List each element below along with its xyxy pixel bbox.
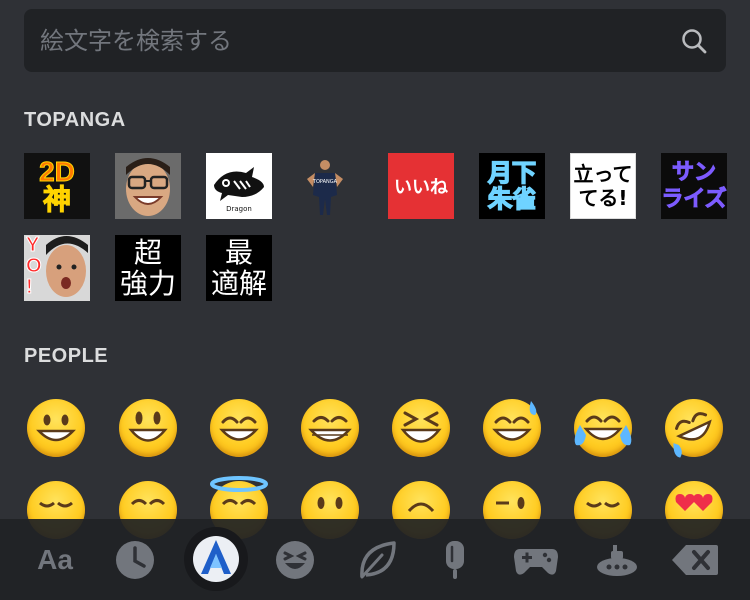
grinning-face-icon [36,414,76,442]
smile-face-icon [219,416,259,441]
emoji-laughing[interactable] [392,399,450,457]
emoji-sweat-smile[interactable] [483,399,541,457]
emoji-text: サン [671,160,716,186]
popsicle-icon [446,541,464,579]
emoji-player-figure[interactable]: TOPANGA [297,153,363,219]
emoji-text: ! [26,276,34,298]
emoji-saiteki-kai[interactable]: 最 適解 [206,235,272,301]
search-input[interactable] [24,9,664,72]
emoji-text: 月下 [487,159,537,187]
tab-food[interactable] [428,533,482,587]
emoji-grin[interactable] [301,399,359,457]
emoji-category-bar: Aa [0,519,750,600]
rofl-face-icon [673,412,712,458]
emoji-text: 超 [133,236,162,269]
emoji-yo-face[interactable]: Y O ! [24,235,90,301]
emoji-joy[interactable] [574,399,632,457]
leaf-icon [360,541,396,579]
search-icon[interactable] [680,27,708,55]
logo-text: Dragon [226,205,252,213]
jersey-text: TOPANGA [312,179,338,185]
grin-face-icon [308,416,352,442]
fish-logo-icon: Dragon [206,153,272,219]
emoji-sunrise[interactable]: サン ライズ [661,153,727,219]
sweat-smile-face-icon [492,401,537,441]
emoji-text: 最 [224,236,253,269]
emoji-text: 立って [573,162,633,186]
clock-icon [116,541,154,579]
tab-people[interactable] [268,533,322,587]
laughing-face-icon [400,411,442,443]
emoji-search-box[interactable] [24,9,726,72]
tab-activity[interactable] [509,533,563,587]
submarine-icon [597,545,637,576]
emoji-gekka-suzaku[interactable]: 月下 朱雀 [479,153,545,219]
emoji-text: O [26,255,43,277]
emoji-text: Y [26,235,40,256]
emoji-tattero[interactable]: 立って てる! [570,153,636,219]
backspace-icon [672,545,718,575]
section-header-people: PEOPLE [24,345,109,367]
tab-nature[interactable] [350,533,404,587]
emoji-smiling-man-glasses[interactable] [115,153,181,219]
emoji-text: いいね [394,177,448,198]
emoji-text: 神 [42,184,71,215]
emoji-chou-kyouryoku[interactable]: 超 強力 [115,235,181,301]
tab-backspace[interactable] [668,533,722,587]
smiley-icon [276,541,314,579]
player-figure-icon: TOPANGA [307,160,343,215]
tab-travel[interactable] [590,533,644,587]
joy-face-icon [574,415,632,446]
emoji-text: 2D [39,156,76,187]
emoji-text: 朱雀 [487,185,537,213]
emoji-smiley[interactable] [119,399,177,457]
text-tab-label: Aa [37,544,73,575]
tab-text[interactable]: Aa [28,533,82,587]
tab-recent[interactable] [108,533,162,587]
emoji-text: 適解 [210,267,267,300]
tab-server[interactable] [184,527,248,591]
emoji-iine[interactable]: いいね [388,153,454,219]
emoji-rofl[interactable] [655,389,733,467]
emoji-grinning[interactable] [27,399,85,457]
face-photo-icon [115,153,181,219]
gamepad-icon [514,549,558,575]
emoji-smile[interactable] [210,399,268,457]
emoji-text: 強力 [119,267,176,300]
emoji-text: てる! [578,186,628,210]
section-header-topanga: TOPANGA [24,109,126,131]
server-logo-icon [193,536,239,582]
emoji-fish-logo[interactable]: Dragon [206,153,272,219]
emoji-2d-shin[interactable]: 2D 神 [24,153,90,219]
smiley-face-icon [128,411,168,442]
emoji-text: ライズ [661,187,727,213]
